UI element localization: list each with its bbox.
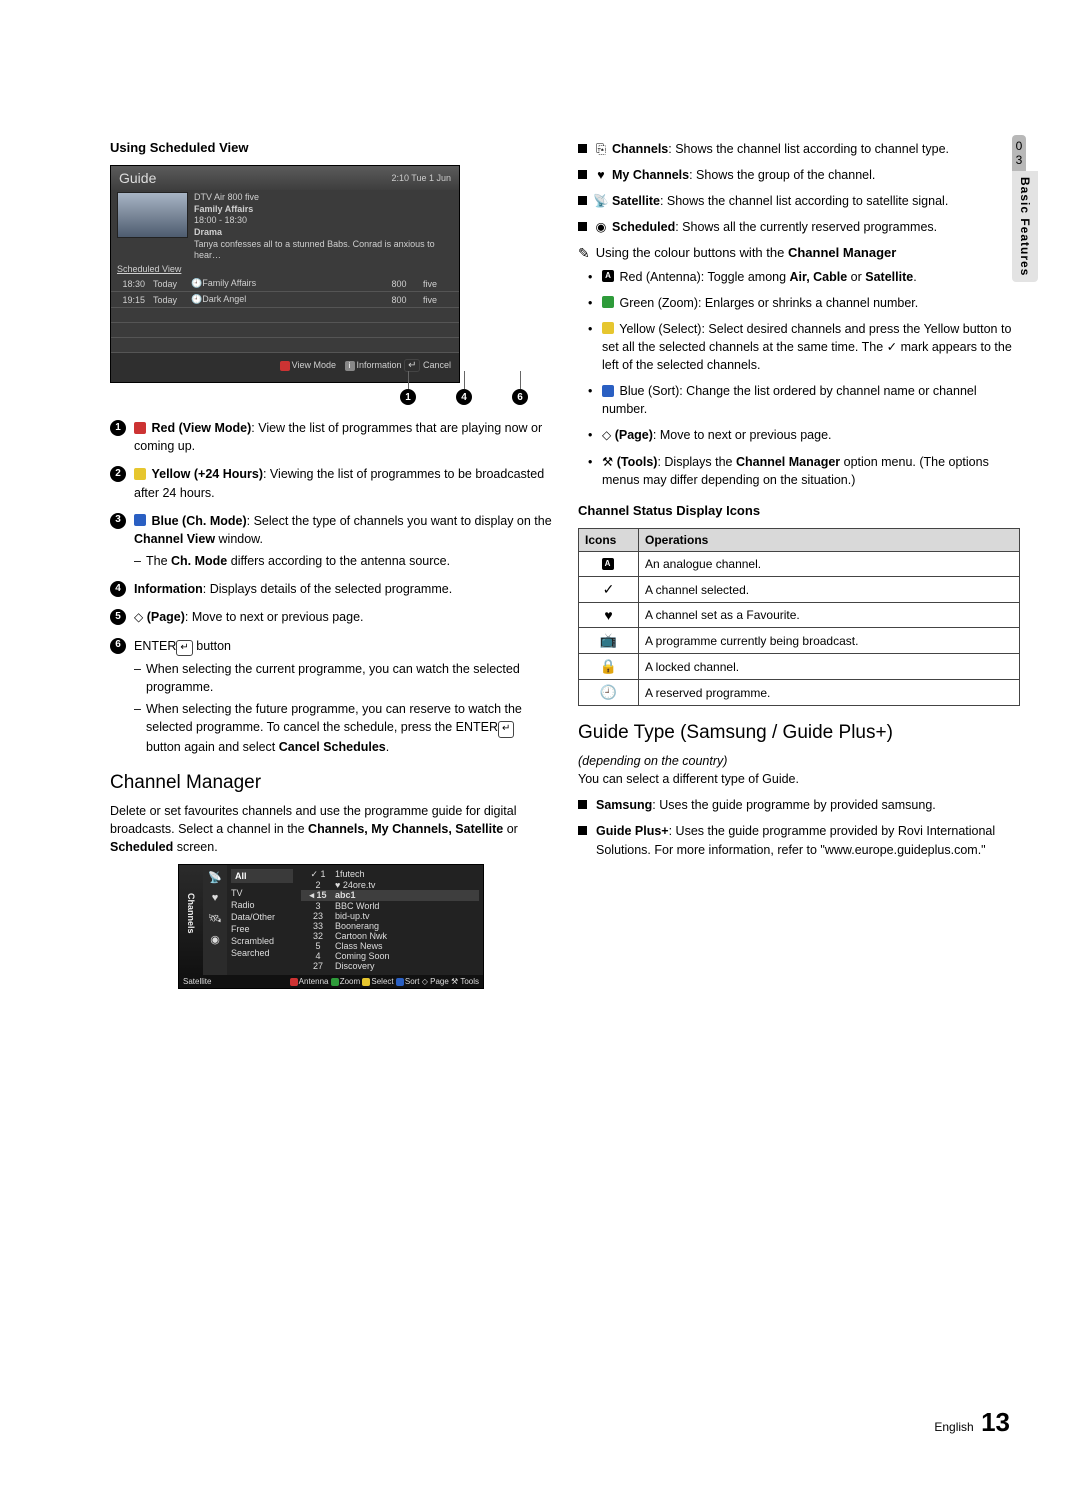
satellite-icon: 🛰	[208, 912, 222, 925]
list-item: ◉Scheduled: Shows all the currently rese…	[578, 218, 1020, 236]
list-item: TV	[231, 887, 293, 899]
list-item: 6 ENTER↵ button When selecting the curre…	[110, 637, 552, 757]
right-column: ⎘Channels: Shows the channel list accord…	[578, 140, 1020, 989]
list-item: Guide Plus+: Uses the guide programme pr…	[578, 822, 1020, 858]
table-row: 📺A programme currently being broadcast.	[579, 628, 1020, 654]
list-item: 4 Information: Displays details of the s…	[110, 580, 552, 598]
list-item: ♥My Channels: Shows the group of the cha…	[578, 166, 1020, 184]
list-item: 3 Blue (Ch. Mode): Select the type of ch…	[110, 512, 552, 570]
table-row: 18:30 Today 🕘Family Affairs 800 five	[111, 276, 459, 292]
guide-legend-list: 1 Red (View Mode): View the list of prog…	[110, 419, 552, 756]
guide-clock: 2:10 Tue 1 Jun	[391, 173, 451, 183]
note-icon: ✎	[578, 245, 590, 262]
left-column: Using Scheduled View Guide 2:10 Tue 1 Ju…	[110, 140, 552, 989]
green-chip-icon	[602, 296, 614, 308]
blue-chip-icon	[134, 514, 146, 526]
heart-icon: ♥	[579, 603, 639, 628]
channels-icon: ⎘	[593, 140, 609, 158]
guide-title: Guide	[119, 170, 156, 186]
red-chip-icon	[280, 361, 290, 371]
red-chip-icon	[134, 422, 146, 434]
callout-num: 6	[512, 389, 528, 405]
cm-side-label: Channels	[186, 893, 196, 934]
yellow-chip-icon	[602, 322, 614, 334]
table-row: AAn analogue channel.	[579, 552, 1020, 577]
page-footer: English 13	[934, 1407, 1010, 1438]
note: ✎ Using the colour buttons with the Chan…	[578, 245, 1020, 262]
channel-manager-desc: Delete or set favourites channels and us…	[110, 802, 552, 856]
list-item: Searched	[231, 947, 293, 959]
list-item: Green (Zoom): Enlarges or shrinks a chan…	[588, 294, 1020, 312]
guide-current-programme: DTV Air 800 five Family Affairs 18:00 - …	[194, 192, 453, 262]
enter-icon: ↵	[176, 640, 192, 657]
list-item: ◇ (Page): Move to next or previous page.	[588, 426, 1020, 444]
satellite-icon: 📡	[593, 192, 609, 210]
clock-icon: 🕘	[579, 680, 639, 706]
channel-manager-ui: Channels 📡 ♥ 🛰 ◉ All TV Radio Data/Other…	[178, 864, 484, 989]
page-number: 13	[981, 1407, 1010, 1437]
colour-buttons-list: A Red (Antenna): Toggle among Air, Cable…	[588, 268, 1020, 490]
list-item: Data/Other	[231, 911, 293, 923]
yellow-chip-icon	[134, 468, 146, 480]
info-icon: i	[345, 361, 355, 371]
channel-manager-heading: Channel Manager	[110, 772, 552, 794]
list-item: Samsung: Uses the guide programme by pro…	[578, 796, 1020, 814]
cm-bottom-left: Satellite	[183, 977, 211, 986]
tools-icon: ⚒	[602, 455, 613, 469]
heart-icon: ♥	[593, 166, 609, 184]
list-item: 2 Yellow (+24 Hours): Viewing the list o…	[110, 465, 552, 501]
enter-icon: ↵	[498, 721, 514, 738]
screen-types-list: ⎘Channels: Shows the channel list accord…	[578, 140, 1020, 237]
heart-icon: ♥	[212, 892, 219, 904]
list-item: 1 Red (View Mode): View the list of prog…	[110, 419, 552, 455]
analogue-icon: A	[602, 558, 614, 570]
page-arrows-icon: ◇	[134, 610, 143, 624]
status-icons-table: IconsOperations AAn analogue channel. ✓A…	[578, 528, 1020, 706]
guide-tab: Scheduled View	[111, 262, 459, 276]
guide-schedule-table: 18:30 Today 🕘Family Affairs 800 five 19:…	[111, 276, 459, 353]
list-item: 📡Satellite: Shows the channel list accor…	[578, 192, 1020, 210]
list-item: ⎘Channels: Shows the channel list accord…	[578, 140, 1020, 158]
guide-type-heading: Guide Type (Samsung / Guide Plus+)	[578, 722, 1020, 744]
guide-thumbnail	[117, 192, 188, 238]
scheduled-icon: ◉	[593, 218, 609, 236]
list-item: Radio	[231, 899, 293, 911]
lock-icon: 🔒	[579, 654, 639, 680]
list-item: Yellow (Select): Select desired channels…	[588, 320, 1020, 374]
cm-cat-selected: All	[231, 869, 293, 883]
scheduled-view-heading: Using Scheduled View	[110, 140, 552, 155]
list-item: A Red (Antenna): Toggle among Air, Cable…	[588, 268, 1020, 286]
cm-bottom-legend: Antenna Zoom Select Sort ◇ Page ⚒ Tools	[290, 977, 479, 986]
table-row: 19:15 Today 🕘Dark Angel 800 five	[111, 292, 459, 308]
guide-ui: Guide 2:10 Tue 1 Jun DTV Air 800 five Fa…	[110, 165, 460, 383]
list-item: Free	[231, 923, 293, 935]
list-item: Blue (Sort): Change the list ordered by …	[588, 382, 1020, 418]
table-row: 🕘A reserved programme.	[579, 680, 1020, 706]
list-item: ⚒ (Tools): Displays the Channel Manager …	[588, 453, 1020, 489]
check-icon: ✓	[579, 577, 639, 603]
a-chip-icon: A	[602, 270, 614, 282]
list-item: 5 ◇ (Page): Move to next or previous pag…	[110, 608, 552, 626]
antenna-icon: 📡	[208, 871, 222, 884]
clock-icon: ◉	[210, 933, 220, 946]
callout-num: 1	[400, 389, 416, 405]
table-row: 🔒A locked channel.	[579, 654, 1020, 680]
list-item: Scrambled	[231, 935, 293, 947]
status-icons-heading: Channel Status Display Icons	[578, 503, 1020, 518]
blue-chip-icon	[602, 385, 614, 397]
callout-num: 4	[456, 389, 472, 405]
table-row: ✓A channel selected.	[579, 577, 1020, 603]
table-row: ♥A channel set as a Favourite.	[579, 603, 1020, 628]
guide-type-sub: (depending on the country)	[578, 754, 727, 768]
broadcast-icon: 📺	[579, 628, 639, 654]
guide-type-list: Samsung: Uses the guide programme by pro…	[578, 796, 1020, 858]
guide-callouts: 1 4 6	[110, 389, 552, 405]
page-arrows-icon: ◇	[602, 428, 611, 442]
